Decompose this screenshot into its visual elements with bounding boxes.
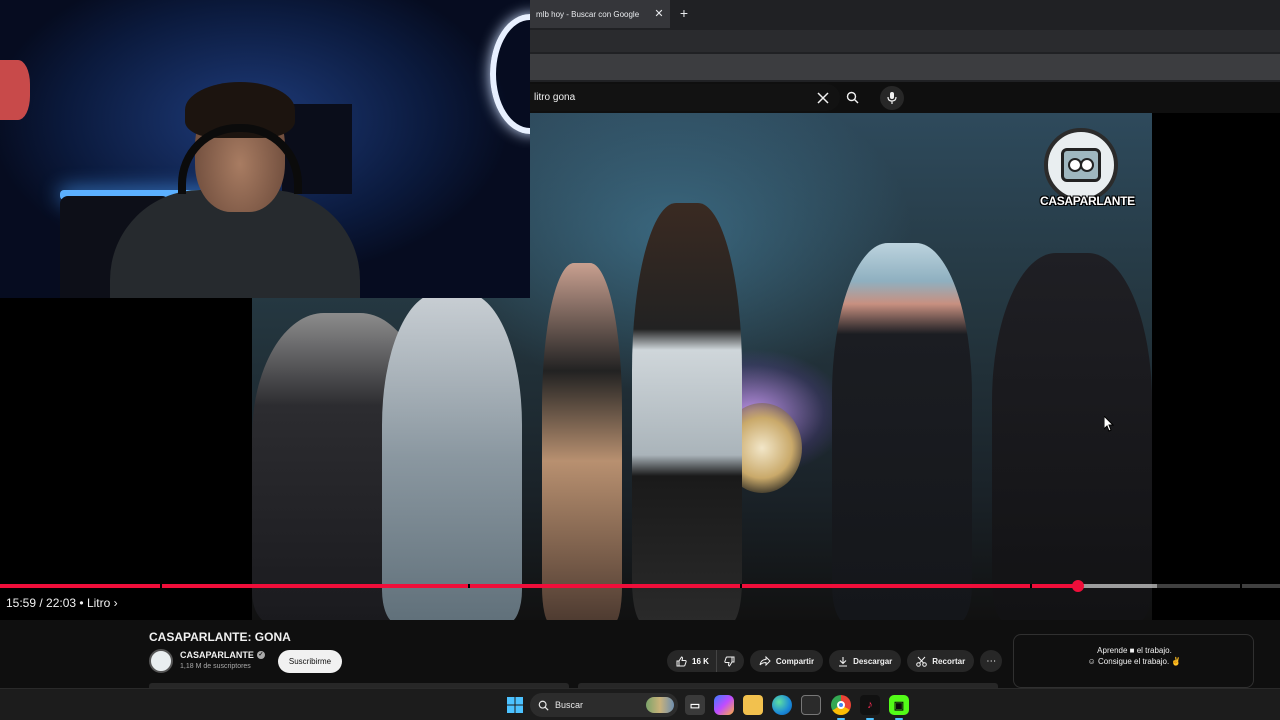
browser-tab[interactable]: mlb hoy - Buscar con Google ✕: [530, 0, 670, 28]
search-button[interactable]: [840, 84, 864, 111]
like-count: 16 K: [692, 656, 709, 666]
ad-text: Aprende ■ el trabajo. ☺ Consigue el trab…: [1014, 645, 1255, 667]
dislike-button[interactable]: [717, 650, 744, 672]
video-info: CASAPARLANTE: GONA CASAPARLANTE ✓ 1,18 M…: [0, 620, 1280, 688]
rapper-figure: [632, 203, 742, 620]
search-highlight-icon: [646, 697, 674, 713]
file-explorer-icon[interactable]: [743, 695, 763, 715]
search-input[interactable]: litro gona: [530, 84, 840, 111]
crowd-figure: [542, 263, 622, 620]
like-dislike-group: 16 K: [667, 650, 744, 672]
windows-start-icon[interactable]: [505, 695, 525, 715]
clip-label: Recortar: [932, 656, 966, 666]
windows-taskbar: Buscar ▭ ♪ ▣: [0, 688, 1280, 720]
ad-card[interactable]: Aprende ■ el trabajo. ☺ Consigue el trab…: [1013, 634, 1254, 688]
channel-watermark: CASAPARLANTE: [1040, 128, 1135, 218]
browser-window: mlb hoy - Buscar con Google ✕ + litro go…: [530, 0, 1280, 113]
copilot-icon[interactable]: [714, 695, 734, 715]
crowd-figure: [992, 253, 1152, 620]
search-query: litro gona: [534, 92, 576, 103]
tab-title: mlb hoy - Buscar con Google: [536, 9, 640, 19]
task-view-icon[interactable]: ▭: [685, 695, 705, 715]
crowd-figure: [382, 293, 522, 620]
clip-button[interactable]: Recortar: [907, 650, 975, 672]
channel-name-row[interactable]: CASAPARLANTE ✓: [180, 650, 265, 660]
share-icon: [759, 656, 771, 666]
action-bar: 16 K Compartir Descargar Recortar ⋯: [667, 650, 1003, 672]
progress-scrubber[interactable]: [1071, 580, 1084, 592]
chapter-label[interactable]: • Litro ›: [79, 596, 117, 610]
scissors-icon: [916, 656, 928, 667]
tiktok-icon[interactable]: ♪: [860, 695, 880, 715]
bookmarks-bar: [530, 54, 1280, 80]
verified-icon: ✓: [256, 651, 265, 659]
download-label: Descargar: [853, 656, 893, 666]
subscribe-button[interactable]: Suscribirme: [278, 650, 342, 673]
subscriber-count: 1,18 M de suscriptores: [180, 663, 251, 670]
store-icon[interactable]: [801, 695, 821, 715]
wall-decoration: [0, 60, 30, 120]
search-icon: [538, 700, 549, 711]
channel-name[interactable]: CASAPARLANTE: [180, 650, 254, 660]
like-button[interactable]: 16 K: [667, 650, 717, 672]
ad-line-2: ☺ Consigue el trabajo. ✌: [1087, 657, 1182, 666]
download-button[interactable]: Descargar: [829, 650, 902, 672]
taskbar-search[interactable]: Buscar: [530, 693, 678, 717]
chrome-icon[interactable]: [831, 695, 851, 715]
tab-close-icon[interactable]: ✕: [653, 8, 665, 20]
browser-toolbar: [530, 30, 1280, 52]
edge-icon[interactable]: [772, 695, 792, 715]
thumbs-down-icon: [724, 656, 735, 667]
channel-avatar[interactable]: [149, 649, 173, 673]
kick-icon[interactable]: ▣: [889, 695, 909, 715]
ad-line-1: Aprende ■ el trabajo.: [1097, 646, 1172, 655]
new-tab-icon[interactable]: +: [677, 6, 691, 20]
search-icon: [846, 91, 858, 104]
microphone-icon: [887, 92, 897, 104]
progress-bar[interactable]: [0, 580, 1280, 592]
screen: CASAPARLANTE 15:59 / 22:03 • Litro › mlb…: [0, 0, 1280, 720]
voice-search-button[interactable]: [880, 86, 904, 110]
rapper-figure: [832, 243, 972, 620]
time-display[interactable]: 15:59 / 22:03 • Litro ›: [6, 596, 118, 610]
webcam-overlay: [0, 0, 530, 298]
share-button[interactable]: Compartir: [749, 650, 824, 672]
more-actions-button[interactable]: ⋯: [980, 650, 1003, 672]
watermark-logo-icon: [1044, 128, 1118, 202]
thumbs-up-icon: [676, 655, 687, 666]
download-icon: [839, 656, 848, 667]
tab-strip: mlb hoy - Buscar con Google ✕ +: [530, 0, 1280, 28]
video-title: CASAPARLANTE: GONA: [149, 630, 291, 644]
watermark-text: CASAPARLANTE: [1040, 194, 1135, 208]
youtube-search-bar: litro gona: [530, 82, 1280, 113]
clear-icon[interactable]: [816, 91, 830, 105]
mouse-cursor-icon: [1104, 416, 1114, 432]
ring-light: [490, 14, 530, 134]
time-current-duration: 15:59 / 22:03: [6, 596, 77, 610]
share-label: Compartir: [775, 656, 815, 666]
taskbar-search-label: Buscar: [555, 700, 584, 710]
